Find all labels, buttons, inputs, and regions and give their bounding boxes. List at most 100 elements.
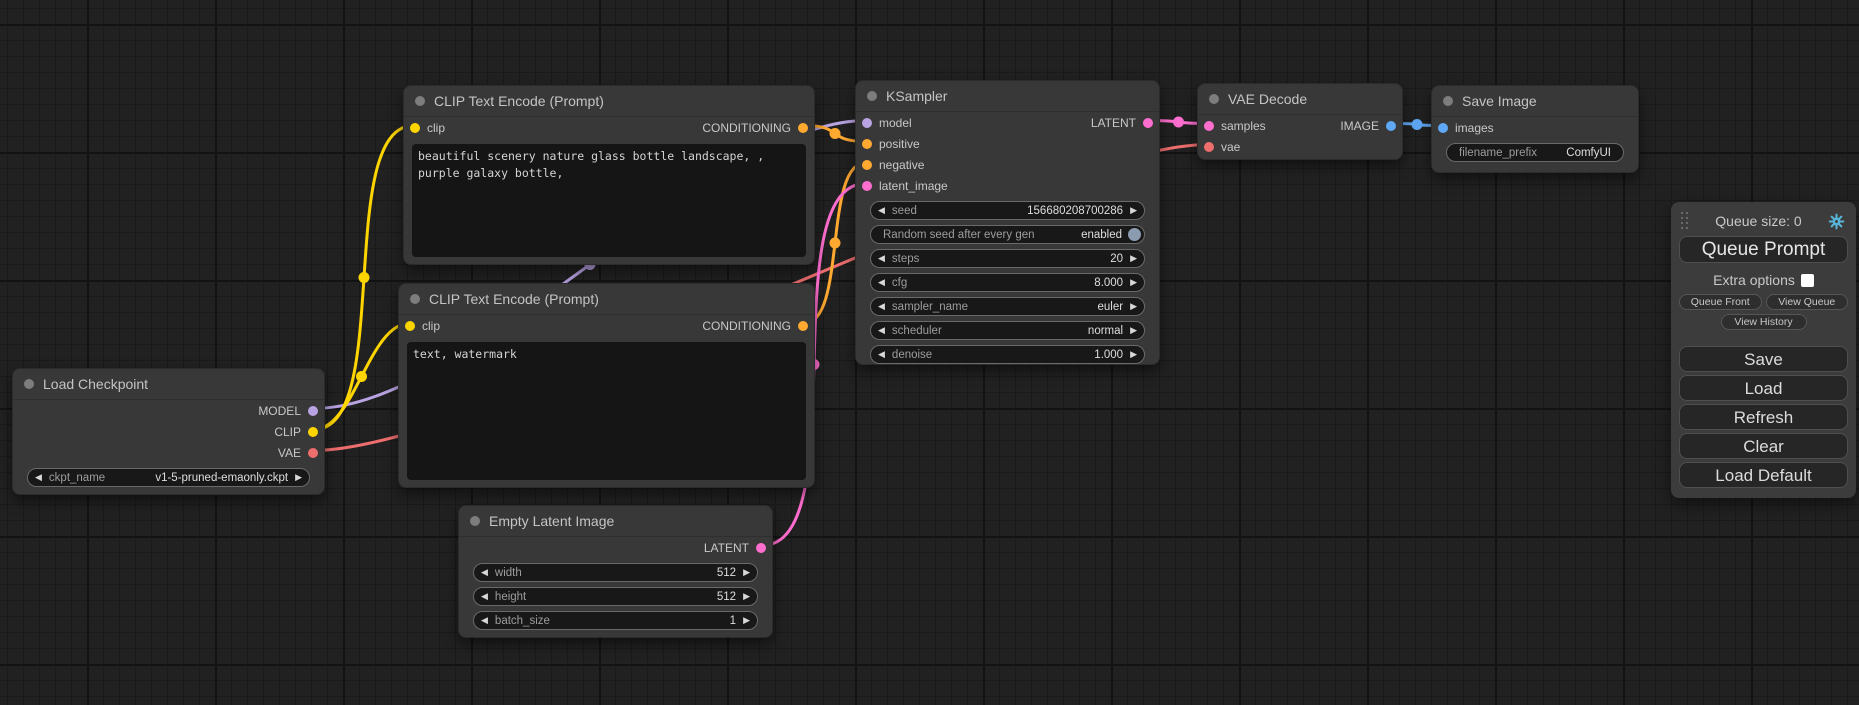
node-ksampler[interactable]: KSamplermodelLATENTpositivenegativelaten… <box>855 80 1160 365</box>
input-port-vae[interactable] <box>1204 142 1214 152</box>
node-title-bar: CLIP Text Encode (Prompt) <box>399 284 814 315</box>
increment-arrow-icon[interactable]: ▶ <box>1123 302 1144 311</box>
save-button[interactable]: Save <box>1679 346 1848 372</box>
widget-scheduler[interactable]: ◀schedulernormal▶ <box>870 321 1145 340</box>
decrement-arrow-icon[interactable]: ◀ <box>871 350 892 359</box>
input-port-latent_image[interactable] <box>862 181 872 191</box>
widget-steps[interactable]: ◀steps20▶ <box>870 249 1145 268</box>
widget-value: euler <box>1098 301 1124 313</box>
node-collapse-dot-icon[interactable] <box>410 294 420 304</box>
node-vae-decode[interactable]: VAE DecodesamplesIMAGEvae <box>1197 83 1403 160</box>
increment-arrow-icon[interactable]: ▶ <box>288 473 309 482</box>
output-port-CONDITIONING[interactable] <box>798 321 808 331</box>
slot-row: samples IMAGE <box>1198 115 1402 136</box>
slot-row: positive <box>856 133 1159 154</box>
view-history-button[interactable]: View History <box>1721 314 1807 330</box>
input-slot-label: samples <box>1221 119 1266 133</box>
slot-row: clipCONDITIONING <box>404 117 814 138</box>
increment-arrow-icon[interactable]: ▶ <box>736 592 757 601</box>
widget-value: v1-5-pruned-emaonly.ckpt <box>155 472 288 484</box>
widget-value: enabled <box>1081 229 1122 241</box>
input-port-images[interactable] <box>1438 123 1448 133</box>
widget-label: filename_prefix <box>1447 147 1537 159</box>
widget-filename-prefix[interactable]: filename_prefixComfyUI <box>1446 143 1624 162</box>
widget-cfg[interactable]: ◀cfg8.000▶ <box>870 273 1145 292</box>
node-collapse-dot-icon[interactable] <box>1443 96 1453 106</box>
node-load-checkpoint[interactable]: Load CheckpointMODELCLIPVAE◀ckpt_namev1-… <box>12 368 325 495</box>
clear-button[interactable]: Clear <box>1679 433 1848 459</box>
widget-height[interactable]: ◀height512▶ <box>473 587 758 606</box>
decrement-arrow-icon[interactable]: ◀ <box>871 326 892 335</box>
decrement-arrow-icon[interactable]: ◀ <box>871 278 892 287</box>
increment-arrow-icon[interactable]: ▶ <box>1123 350 1144 359</box>
output-slot-label: CLIP <box>274 425 301 439</box>
node-title-bar: Load Checkpoint <box>13 369 324 400</box>
node-title: KSampler <box>886 88 947 104</box>
decrement-arrow-icon[interactable]: ◀ <box>28 473 49 482</box>
output-port-LATENT[interactable] <box>756 543 766 553</box>
decrement-arrow-icon[interactable]: ◀ <box>871 206 892 215</box>
output-slot-label: IMAGE <box>1340 119 1379 133</box>
node-title: CLIP Text Encode (Prompt) <box>429 291 599 307</box>
menu-drag-handle-icon[interactable] <box>1681 212 1689 230</box>
input-port-positive[interactable] <box>862 139 872 149</box>
output-port-MODEL[interactable] <box>308 406 318 416</box>
output-port-CLIP[interactable] <box>308 427 318 437</box>
node-title-bar: CLIP Text Encode (Prompt) <box>404 86 814 117</box>
widget-ckpt-name[interactable]: ◀ckpt_namev1-5-pruned-emaonly.ckpt▶ <box>27 468 310 487</box>
input-port-negative[interactable] <box>862 160 872 170</box>
load-button[interactable]: Load <box>1679 375 1848 401</box>
decrement-arrow-icon[interactable]: ◀ <box>871 254 892 263</box>
node-collapse-dot-icon[interactable] <box>415 96 425 106</box>
increment-arrow-icon[interactable]: ▶ <box>736 568 757 577</box>
node-collapse-dot-icon[interactable] <box>24 379 34 389</box>
increment-arrow-icon[interactable]: ▶ <box>1123 206 1144 215</box>
view-queue-button[interactable]: View Queue <box>1766 294 1849 310</box>
output-port-LATENT[interactable] <box>1143 118 1153 128</box>
widget-batch-size[interactable]: ◀batch_size1▶ <box>473 611 758 630</box>
input-port-model[interactable] <box>862 118 872 128</box>
prompt-text-area[interactable]: beautiful scenery nature glass bottle la… <box>412 144 806 257</box>
node-title: CLIP Text Encode (Prompt) <box>434 93 604 109</box>
increment-arrow-icon[interactable]: ▶ <box>1123 254 1144 263</box>
node-empty-latent-image[interactable]: Empty Latent ImageLATENT◀width512▶◀heigh… <box>458 505 773 638</box>
input-port-clip[interactable] <box>405 321 415 331</box>
node-collapse-dot-icon[interactable] <box>470 516 480 526</box>
input-slot-label: latent_image <box>879 179 948 193</box>
node-title: VAE Decode <box>1228 91 1307 107</box>
increment-arrow-icon[interactable]: ▶ <box>1123 326 1144 335</box>
increment-arrow-icon[interactable]: ▶ <box>736 616 757 625</box>
decrement-arrow-icon[interactable]: ◀ <box>871 302 892 311</box>
node-collapse-dot-icon[interactable] <box>867 91 877 101</box>
output-slot-label: MODEL <box>258 404 301 418</box>
extra-options-checkbox[interactable] <box>1801 274 1814 287</box>
output-port-VAE[interactable] <box>308 448 318 458</box>
widget-label: denoise <box>892 349 932 361</box>
widget-label: width <box>495 567 522 579</box>
widget-width[interactable]: ◀width512▶ <box>473 563 758 582</box>
decrement-arrow-icon[interactable]: ◀ <box>474 592 495 601</box>
settings-gear-icon[interactable] <box>1828 212 1846 230</box>
input-port-samples[interactable] <box>1204 121 1214 131</box>
widget-denoise[interactable]: ◀denoise1.000▶ <box>870 345 1145 364</box>
input-port-clip[interactable] <box>410 123 420 133</box>
widget-sampler-name[interactable]: ◀sampler_nameeuler▶ <box>870 297 1145 316</box>
output-port-IMAGE[interactable] <box>1386 121 1396 131</box>
node-clip-text-encode-positive[interactable]: CLIP Text Encode (Prompt) clipCONDITIONIN… <box>403 85 815 265</box>
decrement-arrow-icon[interactable]: ◀ <box>474 568 495 577</box>
widget-random-seed-after-every-gen[interactable]: Random seed after every genenabled <box>870 225 1145 244</box>
node-clip-text-encode-negative[interactable]: CLIP Text Encode (Prompt)clipCONDITIONIN… <box>398 283 815 488</box>
output-port-CONDITIONING[interactable] <box>798 123 808 133</box>
increment-arrow-icon[interactable]: ▶ <box>1123 278 1144 287</box>
node-save-image[interactable]: Save Imageimagesfilename_prefixComfyUI <box>1431 85 1639 173</box>
node-collapse-dot-icon[interactable] <box>1209 94 1219 104</box>
load-default-button[interactable]: Load Default <box>1679 462 1848 488</box>
widget-seed[interactable]: ◀seed156680208700286▶ <box>870 201 1145 220</box>
decrement-arrow-icon[interactable]: ◀ <box>474 616 495 625</box>
refresh-button[interactable]: Refresh <box>1679 404 1848 430</box>
input-slot-label: images <box>1455 121 1494 135</box>
toggle-knob-icon[interactable] <box>1128 228 1141 241</box>
queue-front-button[interactable]: Queue Front <box>1679 294 1762 310</box>
queue-prompt-button[interactable]: Queue Prompt <box>1679 236 1848 263</box>
prompt-text-area[interactable]: text, watermark <box>407 342 806 480</box>
